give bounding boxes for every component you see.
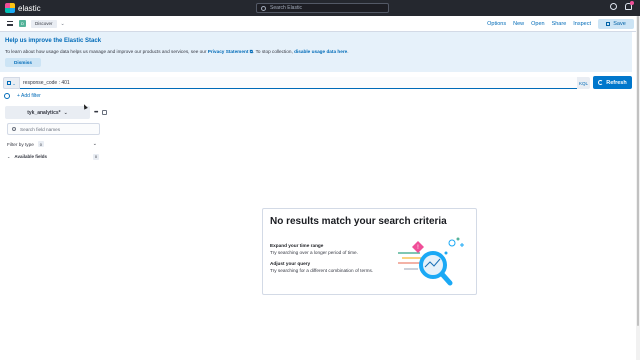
callout-text: To learn about how usage data helps us m… — [5, 49, 208, 54]
newsfeed-icon[interactable] — [625, 1, 634, 10]
space-avatar[interactable]: D — [19, 20, 26, 27]
inspect-link[interactable]: Inspect — [573, 21, 591, 27]
privacy-statement-link[interactable]: Privacy Statement — [208, 49, 249, 54]
chevron-down-icon[interactable]: ⌄ — [61, 21, 65, 27]
field-search-placeholder: Search field names — [20, 126, 61, 132]
add-filter-button[interactable]: + Add filter — [17, 93, 41, 99]
save-button[interactable]: Save — [598, 19, 634, 29]
callout-text: . To stop collection, — [253, 49, 295, 54]
callout-body: To learn about how usage data helps us m… — [5, 49, 627, 54]
menu-icon[interactable] — [7, 21, 13, 26]
tip-time-range: Expand your time range Try searching ove… — [270, 243, 358, 255]
share-link[interactable]: Share — [552, 21, 567, 27]
usage-data-callout: Help us improve the Elastic Stack To lea… — [0, 32, 632, 72]
query-input[interactable]: response_code : 401 — [20, 77, 577, 89]
breadcrumb-discover[interactable]: Discover — [31, 19, 57, 28]
open-link[interactable]: Open — [531, 21, 544, 27]
top-header: elastic Search Elastic — [0, 0, 640, 16]
page-scrollbar[interactable] — [636, 16, 640, 360]
refresh-label: Refresh — [606, 79, 627, 86]
field-search-input[interactable]: Search field names — [7, 123, 100, 135]
save-icon — [606, 22, 611, 26]
refresh-button[interactable]: Refresh — [593, 76, 632, 89]
tip-heading: Adjust your query — [270, 261, 311, 266]
filter-by-type-toggle[interactable]: Filter by type 0 ⌄ — [7, 139, 100, 149]
elastic-logo-icon — [5, 3, 15, 13]
help-icon[interactable] — [610, 3, 617, 10]
new-link[interactable]: New — [513, 21, 524, 27]
filter-row: + Add filter — [4, 93, 41, 99]
no-results-illustration-icon: ! — [398, 237, 464, 286]
chevron-down-icon: ⌄ — [12, 80, 16, 86]
logo-text: elastic — [18, 3, 41, 13]
no-results-panel: No results match your search criteria Ex… — [262, 208, 477, 295]
index-pattern-selector[interactable]: tyk_analytics* ⌄ — [5, 106, 90, 119]
available-fields-toggle[interactable]: ⌄ Available fields 0 — [7, 152, 100, 161]
options-link[interactable]: Options — [487, 21, 506, 27]
dismiss-button[interactable]: Dismiss — [5, 58, 41, 67]
query-bar: ⌄ response_code : 401 KQL — [3, 77, 590, 89]
filter-options-icon[interactable] — [4, 93, 10, 99]
tip-text: Try searching over a longer period of ti… — [270, 250, 358, 255]
no-results-title: No results match your search criteria — [270, 216, 447, 227]
saved-query-menu-button[interactable]: ⌄ — [3, 77, 20, 89]
app-toolbar: D Discover ⌄ Options New Open Share Insp… — [0, 16, 640, 32]
search-icon — [12, 127, 16, 131]
tip-text: Try searching for a different combinatio… — [270, 268, 374, 273]
filter-count-badge: 0 — [37, 141, 44, 147]
tip-adjust-query: Adjust your query Try searching for a di… — [270, 261, 373, 273]
chevron-down-icon: ⌄ — [63, 109, 68, 116]
elastic-logo[interactable]: elastic — [5, 3, 41, 13]
chevron-down-icon: ⌄ — [92, 141, 97, 147]
notification-dot — [630, 1, 634, 5]
kql-toggle[interactable]: KQL — [577, 77, 590, 89]
saved-query-icon — [7, 81, 12, 85]
disable-usage-data-link[interactable]: disable usage data here — [294, 49, 347, 54]
scrollbar-thumb[interactable] — [637, 16, 639, 326]
refresh-icon — [598, 80, 604, 85]
search-icon — [261, 5, 266, 11]
available-fields-count: 0 — [93, 153, 99, 160]
more-options-icon[interactable]: ••• — [94, 110, 98, 116]
available-fields-label: Available fields — [14, 154, 47, 159]
callout-text: . — [347, 49, 349, 54]
add-field-icon[interactable] — [102, 110, 108, 115]
filter-by-type-label: Filter by type — [7, 141, 34, 147]
chevron-down-icon: ⌄ — [7, 154, 11, 159]
index-pattern-label: tyk_analytics* — [27, 109, 61, 116]
tip-heading: Expand your time range — [270, 243, 324, 248]
callout-title: Help us improve the Elastic Stack — [5, 38, 102, 44]
global-search-input[interactable]: Search Elastic — [256, 3, 389, 13]
save-label: Save — [613, 21, 626, 27]
search-placeholder: Search Elastic — [270, 5, 302, 11]
